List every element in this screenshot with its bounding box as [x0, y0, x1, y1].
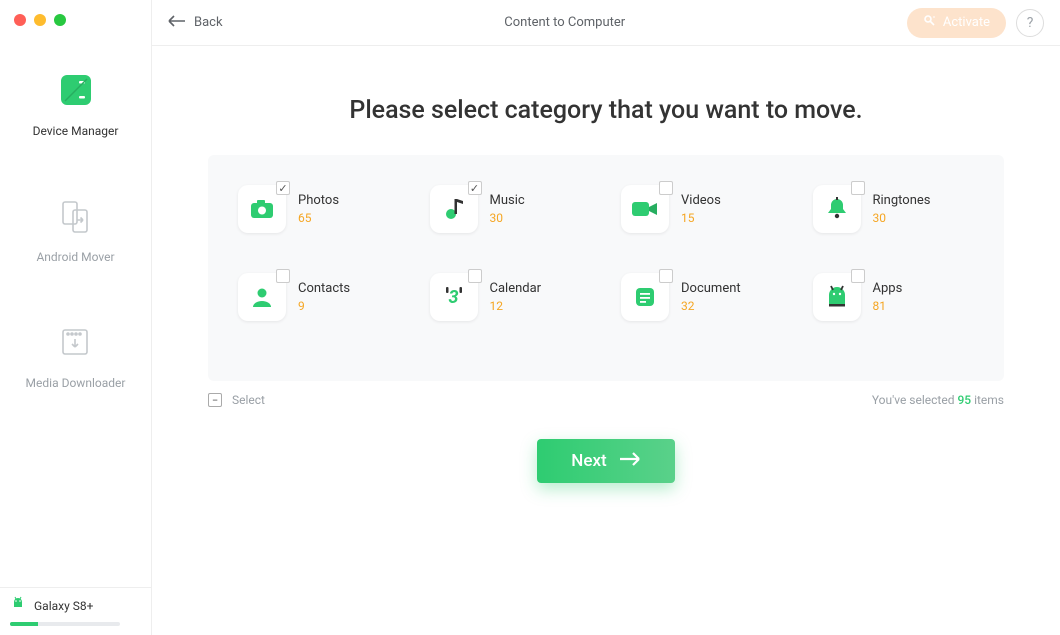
ringtones-icon: [813, 185, 861, 233]
sidebar: Device Manager Android Mover: [0, 0, 152, 635]
category-label: Videos: [681, 193, 721, 208]
checkbox-icon[interactable]: [851, 269, 865, 283]
category-contacts[interactable]: Contacts 9: [228, 273, 410, 321]
sidebar-item-label: Android Mover: [36, 250, 114, 264]
main: Back Content to Computer Activate ? Plea…: [152, 0, 1060, 635]
checkbox-icon[interactable]: [468, 269, 482, 283]
category-panel: Photos 65 Music 30: [208, 155, 1004, 381]
category-count: 65: [298, 211, 339, 225]
content: Please select category that you want to …: [152, 46, 1060, 635]
back-label: Back: [194, 15, 223, 30]
sidebar-item-device-manager[interactable]: Device Manager: [33, 66, 119, 138]
sidebar-item-media-downloader[interactable]: Media Downloader: [26, 318, 126, 390]
arrow-right-icon: [619, 451, 641, 471]
arrow-left-icon: [168, 15, 186, 31]
back-button[interactable]: Back: [168, 15, 223, 31]
panel-footer: − Select You've selected 95 items: [208, 393, 1004, 407]
category-label: Apps: [873, 281, 903, 296]
category-count: 32: [681, 299, 741, 313]
selected-count: 95: [957, 393, 971, 407]
category-count: 30: [490, 211, 525, 225]
photos-icon: [238, 185, 286, 233]
category-label: Photos: [298, 193, 339, 208]
storage-fill: [10, 622, 38, 626]
category-label: Ringtones: [873, 193, 931, 208]
selected-suffix: items: [971, 393, 1004, 407]
checkbox-icon[interactable]: [468, 181, 482, 195]
next-label: Next: [571, 451, 606, 471]
activate-label: Activate: [943, 15, 990, 30]
window-controls: [0, 0, 151, 26]
page-title: Content to Computer: [223, 15, 907, 30]
selected-info: You've selected 95 items: [872, 393, 1004, 407]
contacts-icon: [238, 273, 286, 321]
category-count: 9: [298, 299, 350, 313]
category-count: 12: [490, 299, 542, 313]
category-count: 30: [873, 211, 931, 225]
sidebar-item-label: Media Downloader: [26, 376, 126, 390]
category-photos[interactable]: Photos 65: [228, 185, 410, 233]
sparkle-icon: [923, 14, 937, 32]
category-ringtones[interactable]: Ringtones 30: [803, 185, 985, 233]
category-label: Contacts: [298, 281, 350, 296]
category-apps[interactable]: Apps 81: [803, 273, 985, 321]
apps-icon: [813, 273, 861, 321]
device-name: Galaxy S8+: [34, 599, 93, 613]
category-label: Document: [681, 281, 741, 296]
sidebar-item-android-mover[interactable]: Android Mover: [36, 192, 114, 264]
category-videos[interactable]: Videos 15: [611, 185, 793, 233]
sidebar-item-label: Device Manager: [33, 124, 119, 138]
storage-bar: [10, 622, 120, 626]
checkbox-icon[interactable]: [276, 269, 290, 283]
select-all-label: Select: [232, 393, 265, 407]
videos-icon: [621, 185, 669, 233]
music-icon: [430, 185, 478, 233]
device-footer: Galaxy S8+: [0, 587, 151, 635]
category-grid: Photos 65 Music 30: [228, 185, 984, 321]
minimize-window-icon[interactable]: [34, 14, 46, 26]
category-music[interactable]: Music 30: [420, 185, 602, 233]
category-label: Calendar: [490, 281, 542, 296]
header: Back Content to Computer Activate ?: [152, 0, 1060, 46]
selected-prefix: You've selected: [872, 393, 958, 407]
checkbox-icon[interactable]: [851, 181, 865, 195]
device-manager-icon: [52, 66, 100, 114]
indeterminate-checkbox-icon: −: [208, 393, 222, 407]
android-icon: [10, 596, 26, 616]
category-calendar[interactable]: 3 Calendar 12: [420, 273, 602, 321]
checkbox-icon[interactable]: [659, 269, 673, 283]
media-downloader-icon: [51, 318, 99, 366]
select-all-toggle[interactable]: − Select: [208, 393, 265, 407]
android-mover-icon: [51, 192, 99, 240]
header-right: Activate ?: [907, 8, 1044, 38]
category-document[interactable]: Document 32: [611, 273, 793, 321]
headline: Please select category that you want to …: [349, 96, 862, 125]
next-button[interactable]: Next: [537, 439, 674, 483]
maximize-window-icon[interactable]: [54, 14, 66, 26]
checkbox-icon[interactable]: [659, 181, 673, 195]
document-icon: [621, 273, 669, 321]
category-count: 15: [681, 211, 721, 225]
activate-button[interactable]: Activate: [907, 8, 1006, 38]
close-window-icon[interactable]: [14, 14, 26, 26]
calendar-icon: 3: [430, 273, 478, 321]
device-row[interactable]: Galaxy S8+: [10, 596, 141, 616]
help-button[interactable]: ?: [1016, 9, 1044, 37]
sidebar-items: Device Manager Android Mover: [0, 66, 151, 390]
category-count: 81: [873, 299, 903, 313]
checkbox-icon[interactable]: [276, 181, 290, 195]
category-label: Music: [490, 193, 525, 208]
